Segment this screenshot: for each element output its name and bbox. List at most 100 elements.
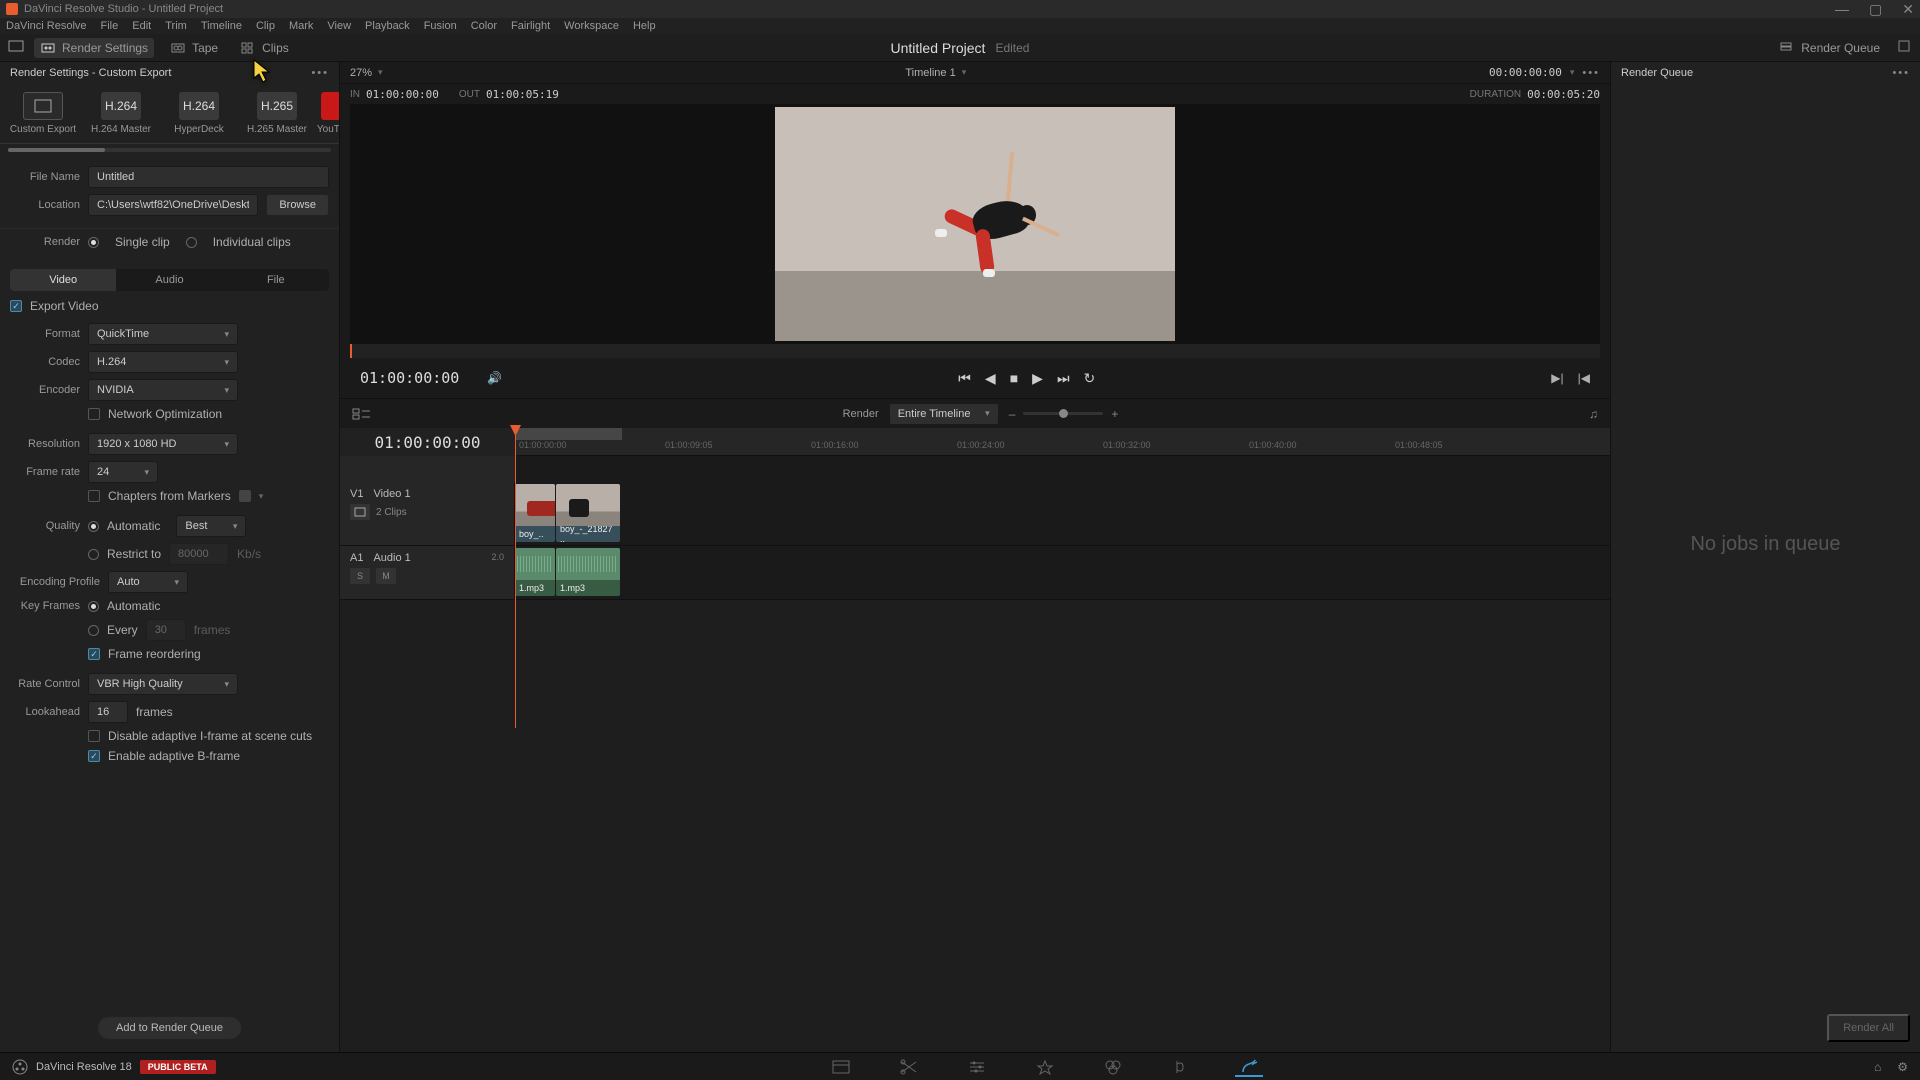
- frame-reorder-checkbox[interactable]: [88, 648, 100, 660]
- close-button[interactable]: ✕: [1902, 1, 1914, 18]
- viewer-scrubber[interactable]: [350, 344, 1600, 358]
- media-page-tab[interactable]: [827, 1057, 855, 1077]
- timeline-options-icon[interactable]: [352, 407, 372, 421]
- video-clip-2[interactable]: boy_-_21827 ..: [556, 484, 620, 542]
- disable-iframe-checkbox[interactable]: [88, 730, 100, 742]
- in-out-range[interactable]: [515, 428, 622, 440]
- chevron-down-icon[interactable]: ▾: [259, 491, 264, 502]
- cut-page-tab[interactable]: [895, 1057, 923, 1077]
- keyframes-every-radio[interactable]: [88, 625, 99, 636]
- render-queue-toggle[interactable]: Render Queue: [1773, 38, 1886, 58]
- individual-clips-radio[interactable]: [186, 237, 197, 248]
- tab-video[interactable]: Video: [10, 269, 116, 291]
- audio-clip-2[interactable]: 1.mp3: [556, 548, 620, 596]
- filename-input[interactable]: [88, 166, 329, 188]
- zoom-slider[interactable]: [1023, 412, 1103, 415]
- zoom-out-button[interactable]: –: [1009, 407, 1016, 421]
- menu-fairlight[interactable]: Fairlight: [511, 20, 550, 32]
- in-timecode[interactable]: 01:00:00:00: [366, 88, 439, 101]
- menu-mark[interactable]: Mark: [289, 20, 313, 32]
- deliver-page-tab[interactable]: [1235, 1057, 1263, 1077]
- stop-button[interactable]: ■: [1010, 370, 1018, 386]
- step-back-button[interactable]: ◀: [985, 370, 996, 387]
- preset-h265-master[interactable]: H.265 H.265 Master: [238, 92, 316, 135]
- expand-icon[interactable]: [1896, 39, 1912, 56]
- preset-custom[interactable]: Custom Export: [4, 92, 82, 135]
- browse-button[interactable]: Browse: [266, 194, 329, 216]
- profile-select[interactable]: Auto: [108, 571, 188, 593]
- loop-button[interactable]: ↻: [1084, 370, 1096, 387]
- enable-bframe-checkbox[interactable]: [88, 750, 100, 762]
- fusion-page-tab[interactable]: [1031, 1057, 1059, 1077]
- marker-color-icon[interactable]: [239, 490, 251, 502]
- playhead[interactable]: [515, 428, 516, 728]
- menu-edit[interactable]: Edit: [132, 20, 151, 32]
- zoom-in-button[interactable]: +: [1111, 407, 1118, 421]
- timeline-ruler[interactable]: 01:00:00:00 01:00:09:05 01:00:16:00 01:0…: [515, 428, 1610, 456]
- workspace-icon[interactable]: [8, 39, 24, 56]
- menu-fusion[interactable]: Fusion: [424, 20, 457, 32]
- location-input[interactable]: [88, 194, 258, 216]
- single-clip-radio[interactable]: [88, 237, 99, 248]
- quality-select[interactable]: Best: [176, 515, 246, 537]
- out-timecode[interactable]: 01:00:05:19: [486, 88, 559, 101]
- quality-auto-radio[interactable]: [88, 521, 99, 532]
- rate-control-select[interactable]: VBR High Quality: [88, 673, 238, 695]
- menu-color[interactable]: Color: [471, 20, 497, 32]
- volume-icon[interactable]: 🔊: [487, 371, 502, 385]
- track-id[interactable]: V1: [350, 488, 363, 500]
- track-id[interactable]: A1: [350, 552, 363, 564]
- play-button[interactable]: ▶: [1032, 370, 1043, 387]
- viewer-menu-icon[interactable]: •••: [1582, 67, 1600, 79]
- clips-toggle[interactable]: Clips: [234, 38, 295, 58]
- chevron-down-icon[interactable]: ▾: [962, 67, 967, 78]
- goto-first-button[interactable]: ⏮: [958, 370, 971, 387]
- menu-help[interactable]: Help: [633, 20, 656, 32]
- menu-playback[interactable]: Playback: [365, 20, 410, 32]
- render-scope-select[interactable]: Entire Timeline: [889, 403, 999, 425]
- queue-menu-icon[interactable]: •••: [1892, 67, 1910, 79]
- chevron-down-icon[interactable]: ▾: [378, 67, 383, 78]
- track-enable-button[interactable]: [350, 504, 370, 520]
- preset-scrollbar[interactable]: [8, 148, 331, 152]
- color-page-tab[interactable]: [1099, 1057, 1127, 1077]
- audio-mixer-icon[interactable]: ♫: [1589, 407, 1598, 421]
- resolution-select[interactable]: 1920 x 1080 HD: [88, 433, 238, 455]
- tape-toggle[interactable]: Tape: [164, 38, 224, 58]
- menu-view[interactable]: View: [327, 20, 351, 32]
- mute-button[interactable]: M: [376, 568, 396, 584]
- panel-menu-icon[interactable]: •••: [311, 67, 329, 79]
- lookahead-input[interactable]: [88, 701, 128, 723]
- fairlight-page-tab[interactable]: [1167, 1057, 1195, 1077]
- network-opt-checkbox[interactable]: [88, 408, 100, 420]
- minimize-button[interactable]: —: [1835, 1, 1849, 18]
- codec-select[interactable]: H.264: [88, 351, 238, 373]
- framerate-select[interactable]: 24: [88, 461, 158, 483]
- timeline-name[interactable]: Timeline 1: [905, 67, 955, 79]
- menu-workspace[interactable]: Workspace: [564, 20, 619, 32]
- next-button[interactable]: ▶|: [1551, 371, 1563, 385]
- solo-button[interactable]: S: [350, 568, 370, 584]
- goto-last-button[interactable]: ⏭: [1057, 370, 1070, 387]
- export-video-checkbox[interactable]: [10, 300, 22, 312]
- keyframes-auto-radio[interactable]: [88, 601, 99, 612]
- viewer-timecode[interactable]: 00:00:00:00: [1489, 66, 1562, 79]
- render-settings-toggle[interactable]: Render Settings: [34, 38, 154, 58]
- ruler-timecode[interactable]: 01:00:00:00: [340, 428, 515, 456]
- menu-timeline[interactable]: Timeline: [201, 20, 242, 32]
- quality-restrict-radio[interactable]: [88, 549, 99, 560]
- render-all-button[interactable]: Render All: [1827, 1014, 1910, 1042]
- menu-trim[interactable]: Trim: [165, 20, 187, 32]
- preset-h264-master[interactable]: H.264 H.264 Master: [82, 92, 160, 135]
- maximize-button[interactable]: ▢: [1869, 1, 1882, 18]
- menu-clip[interactable]: Clip: [256, 20, 275, 32]
- chapters-checkbox[interactable]: [88, 490, 100, 502]
- current-timecode[interactable]: 01:00:00:00: [360, 369, 459, 387]
- settings-icon[interactable]: ⚙: [1897, 1060, 1908, 1074]
- tab-audio[interactable]: Audio: [116, 269, 222, 291]
- tab-file[interactable]: File: [223, 269, 329, 291]
- audio-clip-1[interactable]: 1.mp3: [515, 548, 555, 596]
- preset-hyperdeck[interactable]: H.264 HyperDeck: [160, 92, 238, 135]
- viewer-zoom[interactable]: 27%: [350, 67, 372, 79]
- viewer[interactable]: [350, 104, 1600, 344]
